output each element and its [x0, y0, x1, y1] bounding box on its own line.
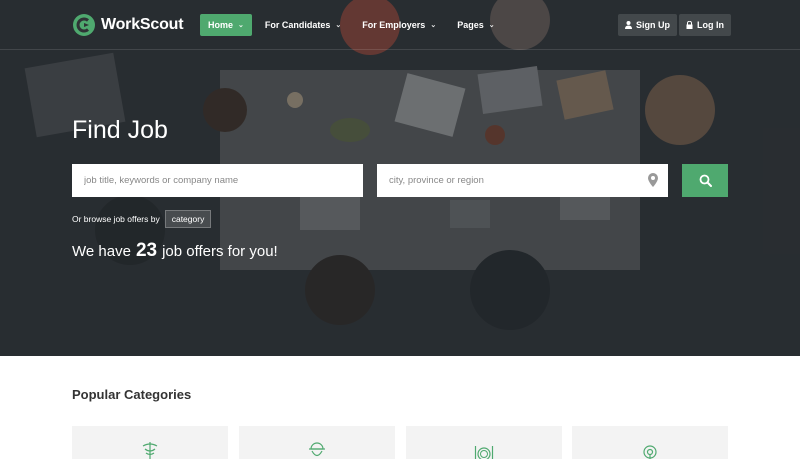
nav-item-label: For Candidates — [264, 20, 331, 30]
nav-item-label: For Employers — [362, 20, 426, 30]
user-icon — [625, 21, 632, 29]
medical-caduceus-icon — [142, 442, 158, 459]
offers-suffix: job offers for you! — [162, 243, 278, 260]
offers-prefix: We have — [72, 243, 131, 260]
map-pin-icon — [648, 173, 658, 187]
chevron-down-icon: ⌄ — [430, 22, 437, 29]
keyword-search-input[interactable] — [72, 164, 363, 197]
category-card[interactable] — [572, 426, 728, 459]
restaurant-plate-icon — [474, 446, 494, 459]
workscout-logo-icon — [73, 14, 95, 36]
offers-count: 23 — [135, 240, 158, 261]
hero-title: Find Job — [72, 116, 168, 144]
search-icon — [699, 174, 712, 187]
popular-categories-title: Popular Categories — [72, 387, 192, 402]
chevron-down-icon: ⌄ — [238, 22, 244, 29]
category-link[interactable]: category — [164, 210, 212, 228]
browse-text: Or browse job offers by — [72, 214, 160, 224]
search-button[interactable] — [682, 164, 728, 197]
nav-item-for-employers[interactable]: For Employers ⌄ — [354, 14, 444, 36]
worker-helmet-icon — [309, 442, 325, 457]
category-card[interactable] — [239, 426, 395, 459]
nav-item-for-candidates[interactable]: For Candidates ⌄ — [257, 14, 349, 36]
nav-item-home[interactable]: Home ⌄ — [200, 14, 252, 36]
logo[interactable]: WorkScout — [72, 12, 184, 38]
job-offers-count: We have 23 job offers for you! — [72, 240, 278, 262]
chevron-down-icon: ⌄ — [488, 22, 495, 29]
log-in-button[interactable]: Log In — [679, 14, 731, 36]
site-header: WorkScout Home ⌄ For Candidates ⌄ For Em… — [0, 0, 800, 50]
category-card[interactable] — [406, 426, 562, 459]
nav-item-label: Pages — [457, 20, 484, 30]
nav-item-label: Home — [208, 20, 234, 30]
brand-name: WorkScout — [101, 16, 184, 33]
browse-by-category: Or browse job offers by category — [72, 210, 212, 228]
broadcast-tower-icon — [643, 445, 657, 459]
main-nav: Home ⌄ For Candidates ⌄ For Employers ⌄ … — [200, 14, 508, 36]
log-in-label: Log In — [697, 20, 724, 30]
nav-item-pages[interactable]: Pages ⌄ — [449, 14, 502, 36]
location-search-input[interactable] — [377, 164, 668, 197]
sign-up-label: Sign Up — [636, 20, 670, 30]
category-card[interactable] — [72, 426, 228, 459]
sign-up-button[interactable]: Sign Up — [618, 14, 677, 36]
chevron-down-icon: ⌄ — [335, 22, 342, 29]
lock-icon — [686, 21, 693, 29]
